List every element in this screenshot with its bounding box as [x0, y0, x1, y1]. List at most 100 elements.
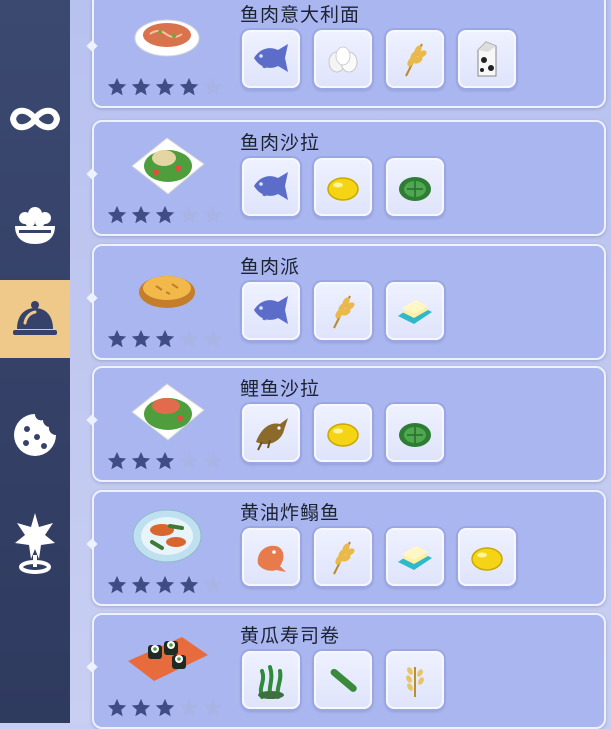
- ingredient-slot[interactable]: [386, 158, 444, 216]
- star-filled-icon: [130, 574, 152, 596]
- ingredient-slot[interactable]: [314, 158, 372, 216]
- ingredient-list: [242, 158, 444, 216]
- ingredient-slot[interactable]: [242, 404, 300, 462]
- recipe-card[interactable]: 黄油炸鳎鱼: [86, 490, 606, 606]
- recipe-card[interactable]: 鱼肉意大利面: [86, 0, 606, 108]
- star-rating: [106, 328, 224, 350]
- fish-icon: [250, 166, 292, 208]
- ingredient-slot[interactable]: [314, 404, 372, 462]
- star-filled-icon: [130, 697, 152, 719]
- star-empty-icon: [178, 450, 200, 472]
- ingredient-slot[interactable]: [458, 30, 516, 88]
- star-burst-icon: [11, 511, 59, 577]
- ingredient-slot[interactable]: [386, 30, 444, 88]
- ingredient-slot[interactable]: [458, 528, 516, 586]
- ingredient-list: [242, 404, 444, 462]
- ingredient-slot[interactable]: [314, 651, 372, 709]
- ingredient-slot[interactable]: [242, 528, 300, 586]
- star-empty-icon: [202, 328, 224, 350]
- cucumber-icon: [322, 659, 364, 701]
- star-empty-icon: [202, 204, 224, 226]
- recipe-card[interactable]: 鱼肉沙拉: [86, 120, 606, 236]
- fish-icon: [250, 290, 292, 332]
- ingredient-slot[interactable]: [386, 282, 444, 340]
- sole-fish-icon: [250, 536, 292, 578]
- seaweed-icon: [250, 659, 292, 701]
- star-empty-icon: [178, 328, 200, 350]
- fish-pie-dish-icon: [122, 252, 212, 324]
- card-pointer: [86, 168, 98, 180]
- star-empty-icon: [202, 697, 224, 719]
- star-empty-icon: [178, 204, 200, 226]
- star-filled-icon: [154, 76, 176, 98]
- ingredient-slot[interactable]: [314, 282, 372, 340]
- rice-icon: [394, 659, 436, 701]
- recipe-card[interactable]: 鱼肉派: [86, 244, 606, 360]
- star-rating: [106, 574, 224, 596]
- category-tab-all[interactable]: [0, 80, 70, 158]
- ingredient-slot[interactable]: [386, 651, 444, 709]
- fish-salad-dish-icon: [122, 128, 212, 200]
- recipe-name: 鱼肉派: [240, 256, 301, 278]
- star-filled-icon: [106, 76, 128, 98]
- milk-carton-icon: [466, 38, 508, 80]
- lemon-icon: [466, 536, 508, 578]
- star-filled-icon: [106, 574, 128, 596]
- category-tab-snacks[interactable]: [0, 396, 70, 474]
- star-rating: [106, 697, 224, 719]
- recipe-name: 黄瓜寿司卷: [240, 625, 341, 647]
- ingredient-slot[interactable]: [314, 30, 372, 88]
- recipe-card[interactable]: 黄瓜寿司卷: [86, 613, 606, 729]
- butter-icon: [394, 290, 436, 332]
- lemon-icon: [322, 412, 364, 454]
- star-filled-icon: [154, 450, 176, 472]
- ingredient-list: [242, 651, 444, 709]
- food-bowl-icon: [11, 204, 59, 246]
- ingredient-list: [242, 30, 516, 88]
- star-empty-icon: [202, 450, 224, 472]
- ingredient-slot[interactable]: [386, 404, 444, 462]
- wheat-icon: [322, 290, 364, 332]
- recipe-name: 鱼肉意大利面: [240, 4, 361, 26]
- ingredient-list: [242, 528, 516, 586]
- category-sidebar: [0, 0, 70, 723]
- carp-icon: [250, 412, 292, 454]
- category-tab-ingredients[interactable]: [0, 186, 70, 264]
- carp-salad-dish-icon: [122, 374, 212, 446]
- star-rating: [106, 76, 224, 98]
- star-filled-icon: [178, 76, 200, 98]
- recipe-name: 黄油炸鳎鱼: [240, 502, 341, 524]
- eggs-icon: [322, 38, 364, 80]
- star-filled-icon: [154, 328, 176, 350]
- star-filled-icon: [106, 328, 128, 350]
- fish-icon: [250, 38, 292, 80]
- star-filled-icon: [106, 697, 128, 719]
- ingredient-slot[interactable]: [242, 282, 300, 340]
- ingredient-list: [242, 282, 444, 340]
- card-pointer: [86, 292, 98, 304]
- recipe-list: 鱼肉意大利面鱼肉沙拉鱼肉派鲤鱼沙拉黄油炸鳎鱼黄瓜寿司卷: [70, 0, 611, 729]
- cabbage-icon: [394, 412, 436, 454]
- ingredient-slot[interactable]: [242, 30, 300, 88]
- recipe-card[interactable]: 鲤鱼沙拉: [86, 366, 606, 482]
- cookie-icon: [11, 411, 59, 459]
- star-empty-icon: [202, 76, 224, 98]
- star-filled-icon: [106, 450, 128, 472]
- ingredient-slot[interactable]: [242, 158, 300, 216]
- ingredient-slot[interactable]: [386, 528, 444, 586]
- star-filled-icon: [130, 204, 152, 226]
- ingredient-slot[interactable]: [242, 651, 300, 709]
- fish-pasta-dish-icon: [122, 0, 212, 72]
- star-rating: [106, 450, 224, 472]
- wheat-icon: [394, 38, 436, 80]
- wheat-icon: [322, 536, 364, 578]
- category-tab-dishes[interactable]: [0, 280, 70, 358]
- card-pointer: [86, 538, 98, 550]
- star-filled-icon: [154, 574, 176, 596]
- star-filled-icon: [130, 328, 152, 350]
- star-filled-icon: [178, 574, 200, 596]
- ingredient-slot[interactable]: [314, 528, 372, 586]
- fried-sole-dish-icon: [122, 498, 212, 570]
- category-tab-special[interactable]: [0, 505, 70, 583]
- star-filled-icon: [130, 76, 152, 98]
